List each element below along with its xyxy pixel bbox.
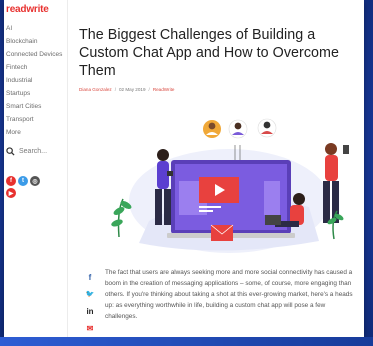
site-logo[interactable]: readwrite [6, 4, 67, 15]
sidebar-nav: AI Blockchain Connected Devices Fintech … [6, 25, 67, 137]
sidebar-item-ai[interactable]: AI [6, 25, 64, 33]
email-icon[interactable]: ✉ [85, 323, 95, 333]
instagram-icon[interactable]: ◎ [30, 176, 40, 186]
facebook-icon[interactable]: f [6, 176, 16, 186]
twitter-icon[interactable]: t [18, 176, 28, 186]
background-strip [0, 337, 373, 346]
sidebar-item-blockchain[interactable]: Blockchain [6, 38, 64, 46]
article-header: The Biggest Challenges of Building a Cus… [79, 26, 351, 92]
article-paragraph: The fact that users are always seeking m… [105, 269, 353, 320]
article-title: The Biggest Challenges of Building a Cus… [79, 27, 340, 79]
sidebar-item-transport[interactable]: Transport [6, 116, 64, 124]
sidebar-item-fintech[interactable]: Fintech [6, 64, 64, 72]
hero-illustration [111, 118, 349, 253]
social-links: f t ◎ ▶ [6, 176, 46, 198]
share-bar: f 🐦 in ✉ [83, 272, 97, 333]
twitter-icon[interactable]: 🐦 [85, 289, 95, 299]
publication-link[interactable]: ReadWrite [153, 87, 175, 92]
publish-date: 02 May 2019 [118, 87, 146, 92]
sidebar: readwrite AI Blockchain Connected Device… [4, 0, 68, 337]
linkedin-icon[interactable]: in [85, 306, 95, 316]
author-link[interactable]: Diana Gonzalez [79, 87, 112, 92]
youtube-icon[interactable]: ▶ [6, 188, 16, 198]
sidebar-item-connected-devices[interactable]: Connected Devices [6, 51, 64, 59]
search-link[interactable]: Search... [6, 147, 67, 156]
facebook-icon[interactable]: f [85, 272, 95, 282]
search-icon [6, 147, 15, 156]
article-byline: Diana Gonzalez/02 May 2019/ReadWrite [79, 87, 175, 92]
sidebar-item-smart-cities[interactable]: Smart Cities [6, 103, 64, 111]
sidebar-item-industrial[interactable]: Industrial [6, 77, 64, 85]
sidebar-item-startups[interactable]: Startups [6, 90, 64, 98]
sidebar-item-more[interactable]: More [6, 129, 64, 137]
search-label: Search... [19, 148, 48, 155]
